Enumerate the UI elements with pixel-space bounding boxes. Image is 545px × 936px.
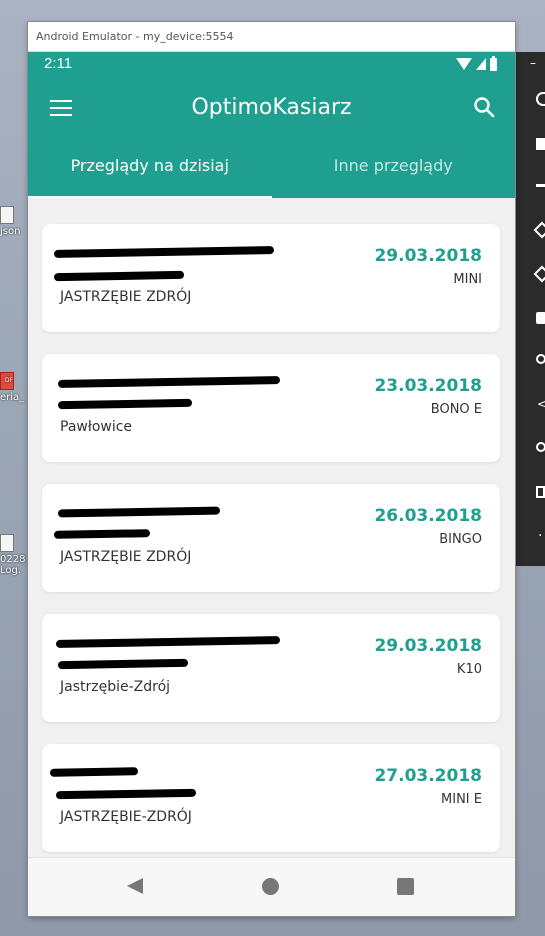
wifi-icon xyxy=(456,58,472,70)
card-type: BINGO xyxy=(439,532,482,547)
redacted-text xyxy=(57,658,189,670)
redacted-text xyxy=(57,376,281,388)
volume-up-icon[interactable] xyxy=(536,138,545,150)
redacted-text xyxy=(57,398,193,410)
redacted-text xyxy=(53,529,151,539)
card-type: K10 xyxy=(456,662,482,677)
android-screen: 2:11 OptimoKasiarz Przeglądy na dzisiaj … xyxy=(28,52,515,916)
inspection-card[interactable]: Pawłowice 23.03.2018 BONO E xyxy=(42,354,500,462)
redacted-text xyxy=(53,270,185,282)
tab-today[interactable]: Przeglądy na dzisiaj xyxy=(28,140,272,198)
card-city: JASTRZĘBIE ZDRÓJ xyxy=(60,549,192,565)
recent-apps-icon[interactable] xyxy=(397,878,414,895)
navigation-bar xyxy=(28,857,515,916)
inspection-card[interactable]: Jastrzębie-Zdrój 29.03.2018 K10 xyxy=(42,614,500,722)
window-title: Android Emulator - my_device:5554 xyxy=(28,22,515,52)
app-bar: OptimoKasiarz xyxy=(28,76,515,140)
inspection-card[interactable]: JASTRZĘBIE-ZDRÓJ 27.03.2018 MINI E xyxy=(42,744,500,852)
desktop-icon-label: eria_ xyxy=(0,392,25,403)
redacted-text xyxy=(57,506,221,518)
inspection-card[interactable]: JASTRZĘBIE ZDRÓJ 26.03.2018 BINGO xyxy=(42,484,500,592)
card-city: Pawłowice xyxy=(60,419,133,435)
desktop-icon-pdf[interactable]: DF eria_ xyxy=(0,372,28,403)
volume-down-icon[interactable] xyxy=(536,184,545,187)
card-type: BONO E xyxy=(430,402,482,417)
overview-emu-icon[interactable] xyxy=(536,486,545,498)
card-type: MINI xyxy=(453,272,482,287)
card-city: JASTRZĘBIE-ZDRÓJ xyxy=(60,809,192,825)
desktop-icon-log[interactable]: 0228 Log. xyxy=(0,534,28,576)
card-date: 27.03.2018 xyxy=(374,766,482,786)
status-icons xyxy=(456,55,497,72)
power-icon[interactable] xyxy=(536,92,545,106)
inspection-list[interactable]: JASTRZĘBIE ZDRÓJ 29.03.2018 MINI Pawłowi… xyxy=(28,198,515,858)
app-title: OptimoKasiarz xyxy=(191,95,352,120)
status-bar: 2:11 xyxy=(28,52,515,76)
back-icon[interactable] xyxy=(127,878,143,894)
card-date: 23.03.2018 xyxy=(374,376,482,396)
battery-icon xyxy=(490,55,497,71)
text-file-icon xyxy=(0,534,14,552)
camera-icon[interactable] xyxy=(536,312,545,324)
signal-icon xyxy=(476,58,486,70)
hamburger-menu-icon[interactable] xyxy=(50,100,72,116)
back-emu-icon[interactable]: < xyxy=(537,398,545,410)
document-icon xyxy=(0,206,14,224)
home-emu-icon[interactable] xyxy=(536,442,545,452)
emulator-window: Android Emulator - my_device:5554 2:11 O… xyxy=(28,22,515,916)
pdf-icon: DF xyxy=(0,372,14,390)
inspection-card[interactable]: JASTRZĘBIE ZDRÓJ 29.03.2018 MINI xyxy=(42,224,500,332)
desktop-icon-label-2: Log. xyxy=(0,565,22,576)
card-city: JASTRZĘBIE ZDRÓJ xyxy=(60,289,192,305)
rotate-left-icon[interactable] xyxy=(533,221,545,239)
desktop-icon-json[interactable]: json xyxy=(0,206,28,237)
card-date: 29.03.2018 xyxy=(374,636,482,656)
card-type: MINI E xyxy=(441,792,482,807)
redacted-text xyxy=(53,246,275,258)
desktop-icon-label: 0228 xyxy=(0,554,26,565)
zoom-icon[interactable] xyxy=(536,354,545,364)
card-date: 29.03.2018 xyxy=(374,246,482,266)
card-city: Jastrzębie-Zdrój xyxy=(60,679,171,695)
rotate-right-icon[interactable] xyxy=(533,265,545,283)
status-time: 2:11 xyxy=(44,55,73,72)
desktop-icon-label: json xyxy=(0,226,21,237)
redacted-text xyxy=(55,788,197,800)
redacted-text xyxy=(55,636,281,648)
home-icon[interactable] xyxy=(262,878,279,895)
search-icon[interactable] xyxy=(473,96,495,118)
emulator-side-toolbar: – < · xyxy=(516,52,545,566)
tab-bar: Przeglądy na dzisiaj Inne przeglądy xyxy=(28,140,515,198)
redacted-text xyxy=(49,767,139,777)
more-icon[interactable]: · xyxy=(538,529,542,543)
minimize-icon[interactable]: – xyxy=(530,56,536,70)
tab-other[interactable]: Inne przeglądy xyxy=(272,140,516,198)
card-date: 26.03.2018 xyxy=(374,506,482,526)
